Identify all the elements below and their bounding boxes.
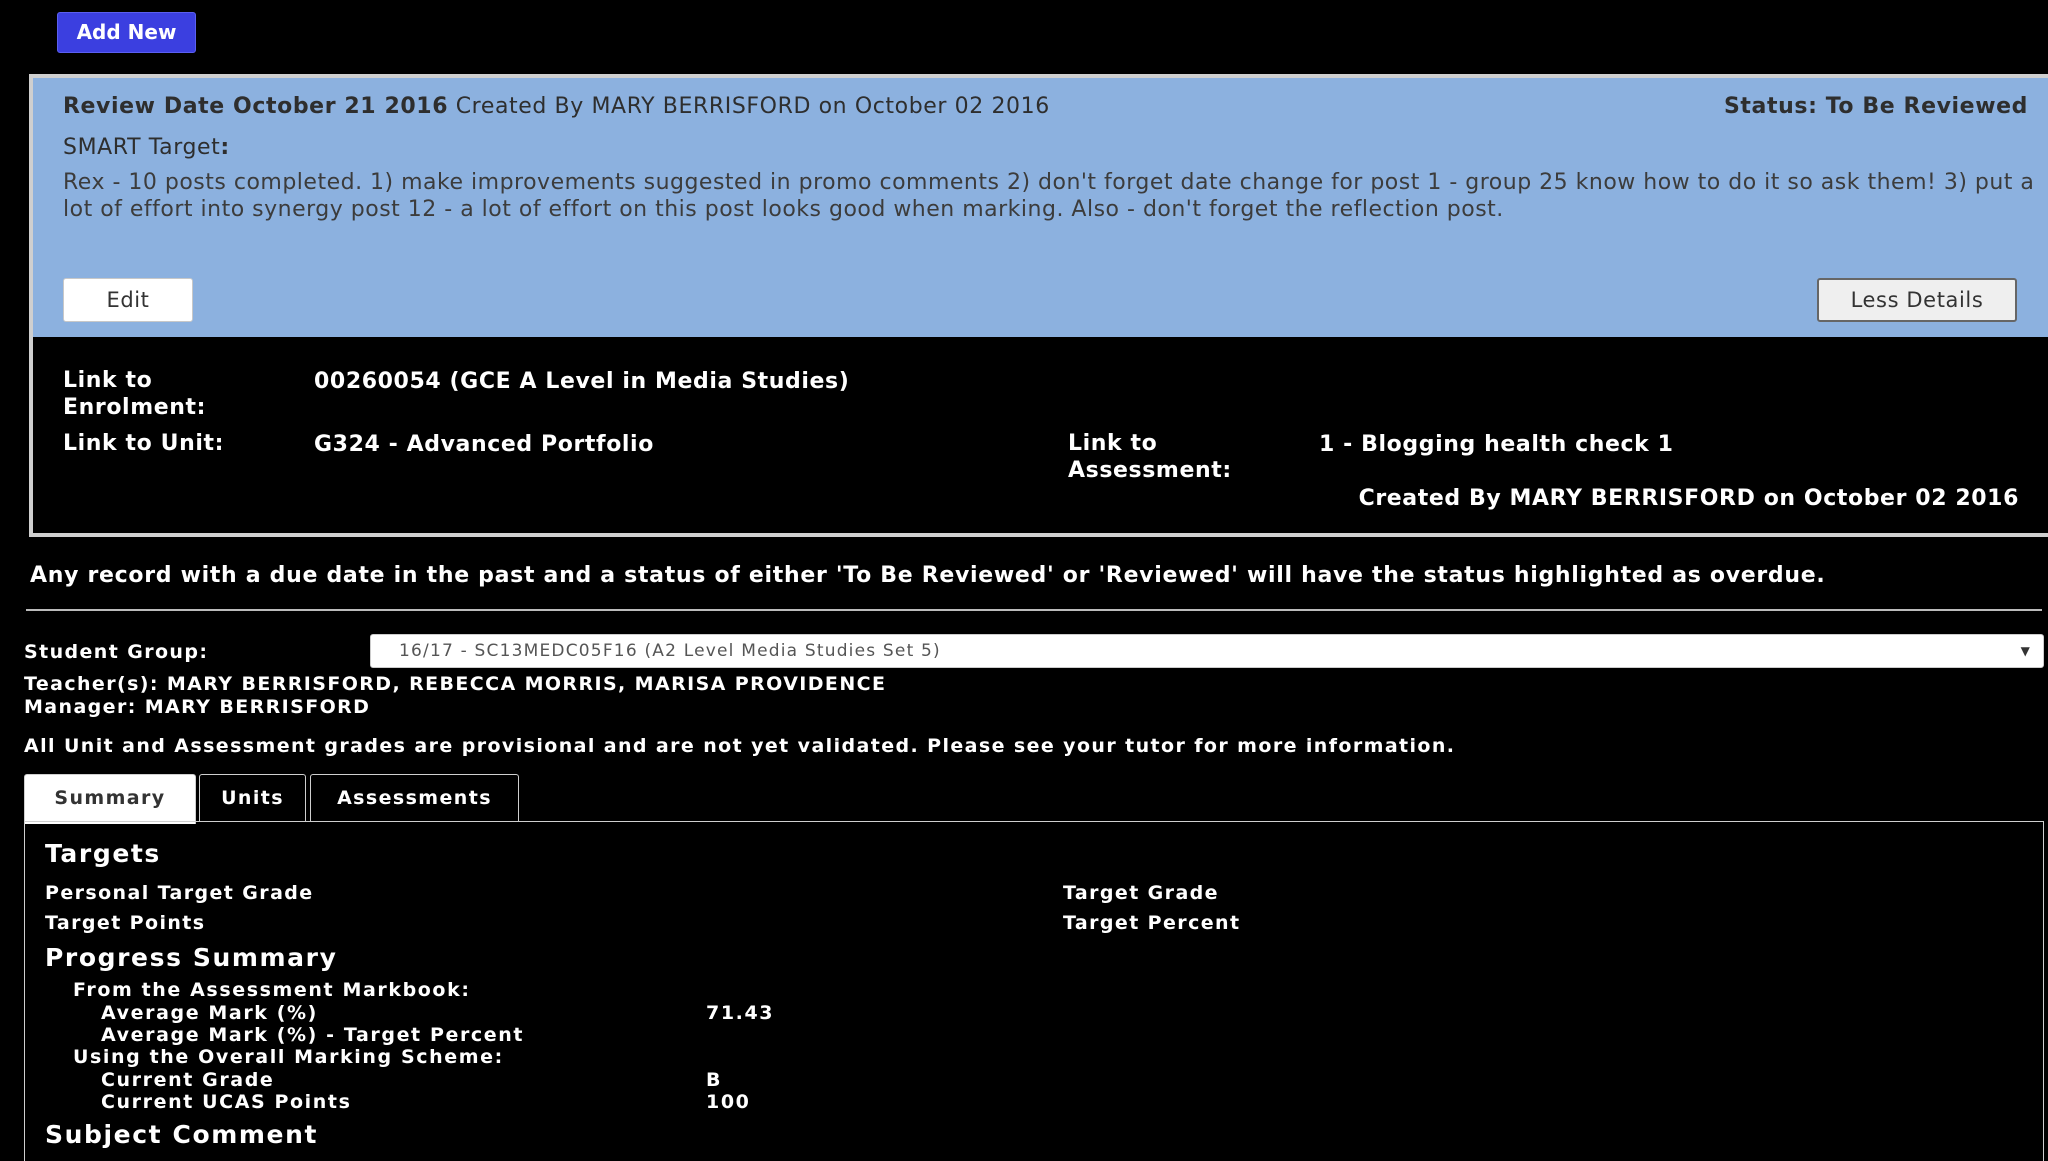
assessment-link-label: Link to Assessment: [1068,431,1232,483]
average-mark-label: Average Mark (%) [101,1002,318,1024]
smart-target-text: Rex - 10 posts completed. 1) make improv… [63,170,2035,222]
status-badge: Status: To Be Reviewed [1723,94,2028,119]
student-group-selected: 16/17 - SC13MEDC05F16 (A2 Level Media St… [399,641,941,661]
add-new-button[interactable]: Add New [57,12,196,53]
enrolment-link-value: 00260054 (GCE A Level in Media Studies) [314,369,850,394]
personal-target-grade-label: Personal Target Grade [45,882,314,904]
summary-panel: Targets Personal Target Grade Target Gra… [24,821,2044,1161]
details-created-by: Created By MARY BERRISFORD on October 02… [1358,486,2019,511]
tab-assessments[interactable]: Assessments [310,774,519,822]
average-mark-target-label: Average Mark (%) - Target Percent [101,1024,525,1046]
subject-comment-heading: Subject Comment [45,1120,319,1149]
target-points-label: Target Points [45,912,206,934]
enrolment-link-label: Link to Enrolment: [63,368,207,420]
smart-target-label: SMART Target: [63,135,230,160]
target-grade-label: Target Grade [1063,882,1219,904]
markbook-heading: From the Assessment Markbook: [73,979,471,1001]
teachers-text: Teacher(s): MARY BERRISFORD, REBECCA MOR… [24,673,887,695]
targets-heading: Targets [45,839,161,868]
edit-button[interactable]: Edit [63,278,193,322]
divider [26,609,2042,611]
grades-note: All Unit and Assessment grades are provi… [24,735,1456,757]
review-header: Review Date October 21 2016 Created By M… [33,78,2048,337]
assessment-link-value: 1 - Blogging health check 1 [1319,432,1674,457]
less-details-button[interactable]: Less Details [1817,278,2017,322]
average-mark-value: 71.43 [706,1002,775,1024]
current-grade-value: B [706,1069,723,1091]
review-header-line: Review Date October 21 2016 Created By M… [63,94,1050,119]
tab-summary[interactable]: Summary [24,774,196,824]
current-grade-label: Current Grade [101,1069,275,1091]
review-created-by: Created By MARY BERRISFORD on October 02… [455,94,1050,119]
tab-units[interactable]: Units [199,774,306,822]
ucas-points-label: Current UCAS Points [101,1091,352,1113]
smart-target-colon: : [220,135,230,160]
chevron-down-icon: ▼ [2020,644,2031,658]
student-group-select[interactable]: 16/17 - SC13MEDC05F16 (A2 Level Media St… [370,634,2044,668]
unit-link-value: G324 - Advanced Portfolio [314,432,654,457]
student-group-label: Student Group: [24,641,209,663]
manager-text: Manager: MARY BERRISFORD [24,696,371,718]
target-percent-label: Target Percent [1063,912,1241,934]
overdue-note: Any record with a due date in the past a… [30,563,1826,588]
marking-scheme-heading: Using the Overall Marking Scheme: [73,1046,504,1068]
progress-summary-heading: Progress Summary [45,943,338,972]
review-date: Review Date October 21 2016 [63,94,449,119]
unit-link-label: Link to Unit: [63,431,224,456]
ucas-points-value: 100 [706,1091,751,1113]
smart-target-label-text: SMART Target [63,135,221,160]
review-card: Review Date October 21 2016 Created By M… [29,74,2048,537]
